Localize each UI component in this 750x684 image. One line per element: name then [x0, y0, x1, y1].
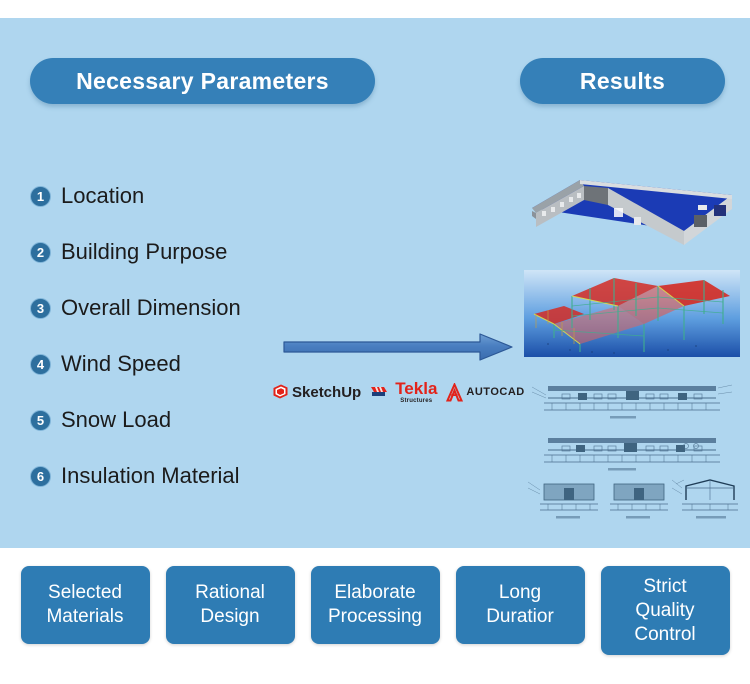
sketchup-logo-label: SketchUp — [292, 383, 362, 401]
feature-line: Rational — [195, 582, 265, 604]
parameter-label-wind-speed: Wind Speed — [61, 351, 181, 376]
number-badge-5: 5 — [30, 409, 51, 431]
infographic-panel: Necessary Parameters Results 1 Location … — [0, 18, 750, 548]
parameter-label-building-purpose: Building Purpose — [61, 239, 228, 264]
building-render-image — [532, 180, 732, 245]
flow-arrow-icon — [283, 333, 513, 361]
number-badge-6: 6 — [30, 465, 51, 487]
number-badge-3: 3 — [30, 297, 51, 319]
results-header-pill: Results — [520, 58, 725, 104]
feature-button-elaborate-processing[interactable]: Elaborate Processing — [310, 566, 440, 644]
software-logo-row: SketchUp Tekla Structures AUTOCAD — [272, 375, 524, 409]
tekla-logo: Tekla Structures — [370, 380, 437, 404]
feature-line: Design — [200, 606, 260, 627]
parameter-label-location: Location — [61, 183, 145, 208]
feature-button-strict-quality-control[interactable]: Strict Quality Control — [600, 566, 730, 656]
feature-button-long-duration[interactable]: Long Duratior — [455, 566, 585, 644]
feature-button-rational-design[interactable]: Rational Design — [165, 566, 295, 644]
parameter-label-snow-load: Snow Load — [61, 407, 172, 432]
steel-frame-model-image — [524, 270, 740, 357]
autocad-logo: AUTOCAD — [446, 382, 525, 402]
results-header-label: Results — [579, 67, 666, 94]
feature-line: Materials — [46, 606, 124, 627]
feature-line: Processing — [328, 606, 422, 627]
parameters-header-label: Necessary Parameters — [76, 67, 329, 94]
list-item: 2 Building Purpose — [30, 224, 330, 280]
feature-line: Duratior — [486, 606, 554, 627]
feature-button-selected-materials[interactable]: Selected Materials — [20, 566, 150, 644]
number-badge-4: 4 — [30, 353, 51, 375]
autocad-logo-icon — [446, 382, 464, 401]
feature-line: Elaborate — [334, 582, 416, 604]
cad-drawings-image — [527, 384, 738, 519]
autocad-logo-label: AUTOCAD — [466, 385, 525, 398]
sketchup-logo: SketchUp — [272, 383, 361, 401]
tekla-logo-sublabel: Structures — [400, 398, 433, 404]
list-item: 3 Overall Dimension — [30, 280, 330, 336]
number-badge-2: 2 — [30, 241, 51, 263]
sketchup-logo-icon — [273, 384, 288, 399]
list-item: 1 Location — [30, 168, 330, 224]
feature-button-bar: Selected Materials Rational Design Elabo… — [0, 566, 750, 676]
list-item: 6 Insulation Material — [30, 448, 330, 504]
number-badge-1: 1 — [30, 185, 51, 207]
feature-line: Control — [634, 623, 696, 645]
tekla-logo-label: Tekla — [395, 379, 438, 398]
parameter-label-insulation-material: Insulation Material — [61, 463, 240, 488]
feature-line: Long — [498, 582, 542, 604]
feature-line: Selected — [48, 582, 122, 604]
tekla-logo-icon — [371, 387, 388, 396]
parameters-header-pill: Necessary Parameters — [30, 58, 375, 104]
feature-line: Strict — [643, 576, 687, 597]
parameter-label-overall-dimension: Overall Dimension — [61, 295, 241, 320]
feature-line: Quality — [635, 599, 695, 621]
